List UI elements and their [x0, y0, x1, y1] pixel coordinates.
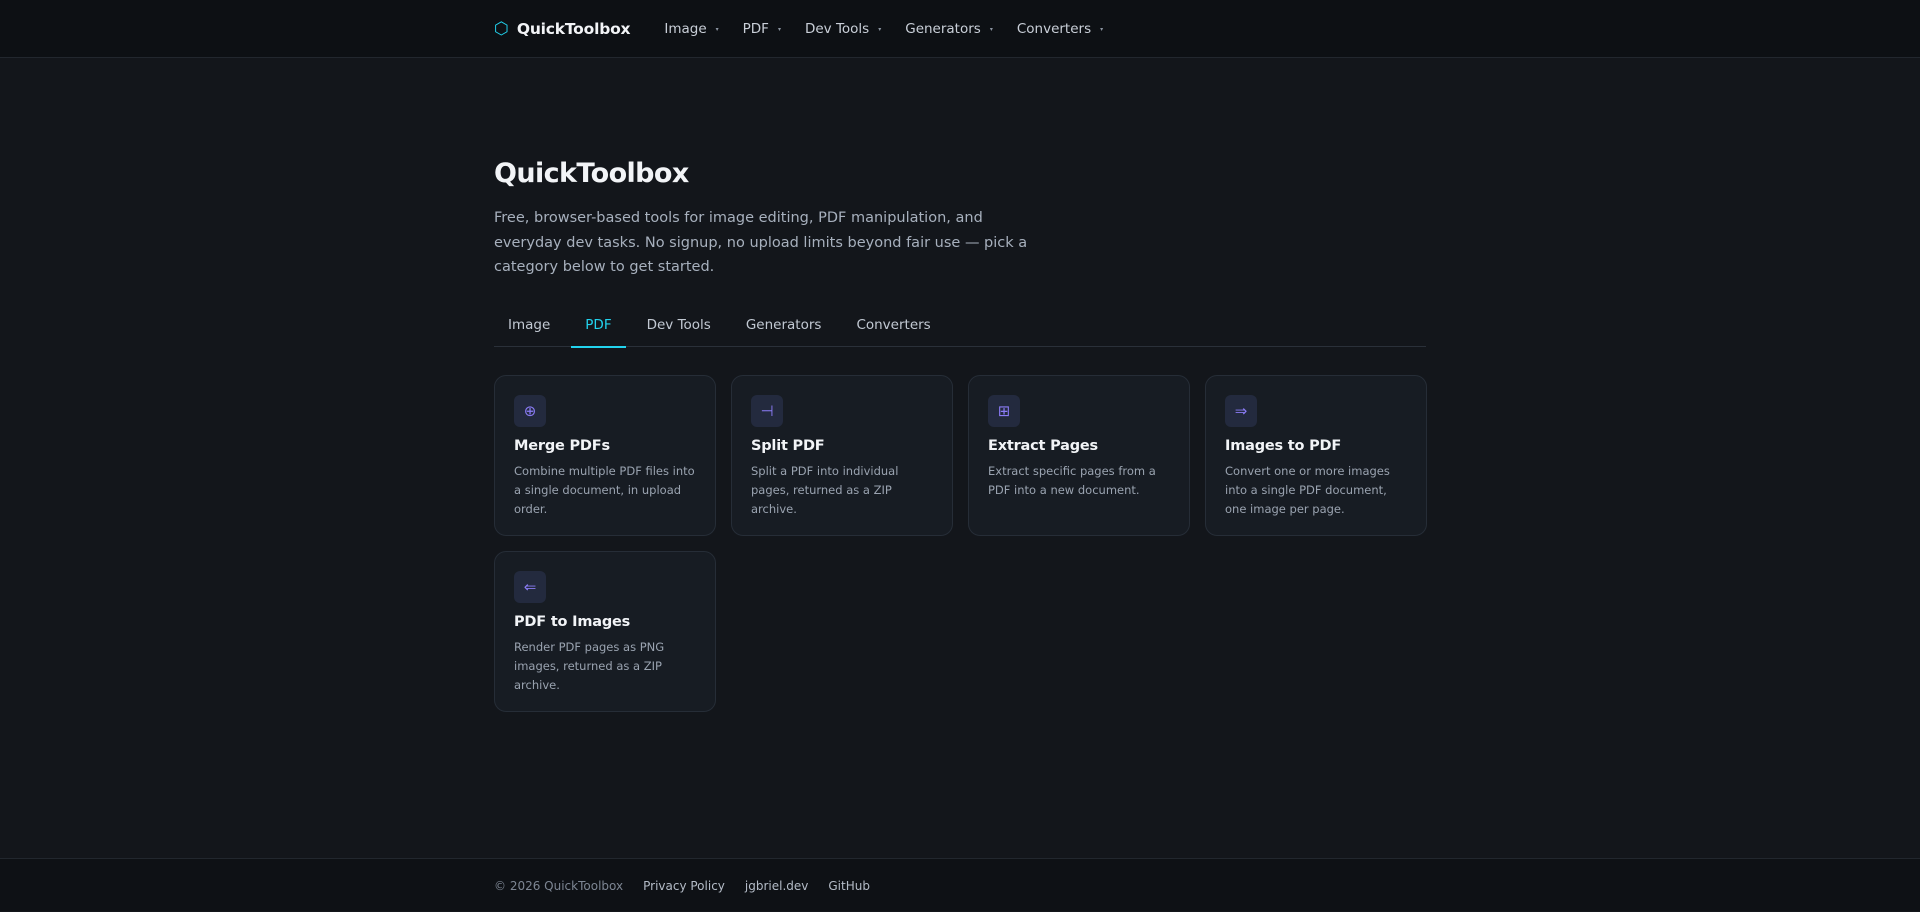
- brand-logo[interactable]: ⬡ QuickToolbox: [494, 18, 631, 39]
- tool-card-title: Extract Pages: [988, 438, 1098, 454]
- tool-card-title: Images to PDF: [1225, 438, 1342, 454]
- tool-card-description: Convert one or more images into a single…: [1225, 464, 1390, 516]
- split-icon: ⊣: [751, 395, 783, 427]
- nav-menu-pdf[interactable]: PDF ▾: [743, 21, 781, 37]
- page-footer: © 2026 QuickToolbox Privacy Policy jgbri…: [0, 858, 1920, 911]
- tab-generators[interactable]: Generators: [732, 310, 836, 347]
- nav-menu-label: Generators: [905, 21, 981, 37]
- nav-menu-converters[interactable]: Converters ▾: [1017, 21, 1103, 37]
- top-navbar-inner: ⬡ QuickToolbox Image ▾ PDF ▾ Dev Tools ▾…: [494, 0, 1127, 58]
- page-description: Free, browser-based tools for image edit…: [494, 210, 1028, 275]
- caret-down-icon: ▾: [777, 25, 781, 33]
- category-tabs: Image PDF Dev Tools Generators Converter…: [494, 310, 1426, 348]
- tool-card-merge-pdfs[interactable]: ⊕ Merge PDFs Combine multiple PDF files …: [494, 375, 716, 536]
- tool-card-images-to-pdf[interactable]: ⇒ Images to PDF Convert one or more imag…: [1205, 375, 1427, 536]
- nav-menu-image[interactable]: Image ▾: [664, 21, 718, 37]
- nav-menu-label: Image: [664, 21, 707, 37]
- footer-link-jgbriel-dev[interactable]: jgbriel.dev: [745, 879, 808, 893]
- tool-card-split-pdf[interactable]: ⊣ Split PDF Split a PDF into individual …: [731, 375, 953, 536]
- grid-icon: ⊞: [988, 395, 1020, 427]
- tab-pdf[interactable]: PDF: [571, 310, 626, 348]
- page-footer-inner: © 2026 QuickToolbox Privacy Policy jgbri…: [494, 859, 890, 912]
- footer-link-github[interactable]: GitHub: [828, 879, 870, 893]
- footer-copyright: © 2026 QuickToolbox: [494, 878, 624, 893]
- page-title: QuickToolbox: [494, 158, 689, 189]
- top-navbar: ⬡ QuickToolbox Image ▾ PDF ▾ Dev Tools ▾…: [0, 0, 1920, 58]
- arrow-right-icon: ⇒: [1225, 395, 1257, 427]
- tool-card-pdf-to-images[interactable]: ⇐ PDF to Images Render PDF pages as PNG …: [494, 551, 716, 712]
- tool-card-description: Combine multiple PDF files into a single…: [514, 464, 695, 516]
- tool-card-grid: ⊕ Merge PDFs Combine multiple PDF files …: [494, 375, 1427, 712]
- tab-image[interactable]: Image: [494, 310, 564, 347]
- nav-menu-generators[interactable]: Generators ▾: [905, 21, 993, 37]
- tool-card-extract-pages[interactable]: ⊞ Extract Pages Extract specific pages f…: [968, 375, 1190, 536]
- caret-down-icon: ▾: [878, 25, 882, 33]
- caret-down-icon: ▾: [1100, 25, 1104, 33]
- brand-name: QuickToolbox: [516, 20, 631, 38]
- nav-menu-label: Converters: [1016, 21, 1092, 37]
- tool-card-title: Split PDF: [751, 438, 825, 454]
- tool-card-title: PDF to Images: [514, 614, 631, 630]
- tool-card-description: Extract specific pages from a PDF into a…: [988, 464, 1156, 497]
- tool-card-title: Merge PDFs: [514, 438, 610, 454]
- nav-menu-label: Dev Tools: [804, 21, 870, 37]
- caret-down-icon: ▾: [989, 25, 993, 33]
- footer-link-privacy-policy[interactable]: Privacy Policy: [643, 879, 725, 893]
- nav-menu-label: PDF: [742, 21, 769, 37]
- tab-converters[interactable]: Converters: [842, 310, 944, 347]
- arrow-left-icon: ⇐: [514, 571, 546, 603]
- caret-down-icon: ▾: [715, 25, 719, 33]
- hexagon-icon: ⬡: [494, 18, 509, 39]
- tool-card-description: Split a PDF into individual pages, retur…: [751, 464, 899, 516]
- merge-icon: ⊕: [514, 395, 546, 427]
- tool-card-description: Render PDF pages as PNG images, returned…: [514, 640, 665, 692]
- tab-dev-tools[interactable]: Dev Tools: [633, 310, 725, 347]
- nav-menu-dev-tools[interactable]: Dev Tools ▾: [805, 21, 881, 37]
